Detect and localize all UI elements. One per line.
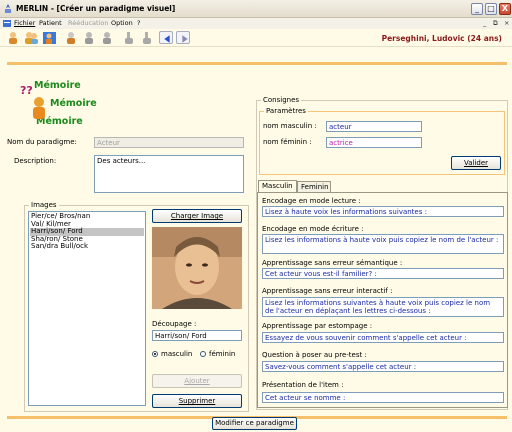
- maximize-button[interactable]: □: [485, 3, 497, 15]
- hand-icon[interactable]: [140, 31, 155, 45]
- merlin-app-icon: [5, 4, 11, 13]
- paradigm-name-label: Nom du paradigme:: [7, 138, 77, 146]
- header-accent-bar: [7, 62, 507, 65]
- section-label: Présentation de l'item :: [262, 381, 344, 389]
- fem-name-input[interactable]: actrice: [326, 137, 422, 148]
- user-gray-icon[interactable]: [82, 31, 97, 45]
- section-text-input[interactable]: Savez-vous comment s'appelle cet acteur …: [262, 361, 504, 372]
- logo-word: Mémoire: [34, 80, 81, 91]
- description-label: Description:: [14, 157, 57, 165]
- parametres-group-title: Paramètres: [264, 107, 308, 115]
- group-icon[interactable]: [42, 31, 57, 45]
- masc-name-input[interactable]: acteur: [326, 121, 422, 132]
- radio-masculin[interactable]: [152, 351, 158, 357]
- user-gray-icon[interactable]: [100, 31, 115, 45]
- tab-feminin[interactable]: Feminin: [297, 181, 331, 192]
- paradigm-name-input[interactable]: Acteur: [94, 137, 244, 148]
- mdi-minimize-button[interactable]: _: [483, 19, 486, 27]
- delete-button[interactable]: Supprimer: [152, 394, 242, 408]
- radio-feminin-label: féminin: [209, 350, 236, 358]
- decoupage-label: Découpage :: [152, 320, 197, 328]
- add-button[interactable]: Ajouter: [152, 374, 242, 388]
- document-icon: [3, 20, 11, 27]
- mdi-close-button[interactable]: ×: [504, 19, 509, 27]
- description-textarea[interactable]: Des acteurs...: [94, 155, 244, 193]
- section-label: Question à poser au pre-test :: [262, 351, 367, 359]
- actor-portrait-image: [152, 227, 242, 309]
- radio-masculin-label: masculin: [161, 350, 193, 358]
- section-text-input[interactable]: Lisez à haute voix les informations suiv…: [262, 206, 504, 217]
- section-text-input[interactable]: Lisez les informations suivantes à haute…: [262, 297, 504, 317]
- person-icon: [33, 97, 45, 119]
- app-window: MERLIN - [Créer un paradigme visuel] _ □…: [0, 0, 512, 432]
- load-image-button[interactable]: Charger Image: [152, 209, 242, 223]
- images-list[interactable]: Pier/ce/ Bros/nan Val/ Kil/mer Harri/son…: [28, 211, 146, 406]
- fem-name-label: nom féminin :: [263, 138, 312, 146]
- close-button[interactable]: X: [499, 3, 511, 15]
- section-label: Apprentissage par estompage :: [262, 322, 373, 330]
- tab-masculin[interactable]: Masculin: [258, 180, 297, 192]
- menu-patient[interactable]: Patient: [39, 19, 62, 27]
- section-label: Apprentissage sans erreur sémantique :: [262, 259, 403, 267]
- menu-help[interactable]: ?: [137, 19, 140, 27]
- validate-button[interactable]: Valider: [451, 156, 501, 170]
- toolbar: Perseghini, Ludovic (24 ans): [0, 29, 512, 47]
- mdi-restore-icon[interactable]: ⧉: [493, 19, 498, 28]
- memoire-logo: Mémoire Mémoire Mémoire ??: [20, 80, 110, 128]
- radio-feminin[interactable]: [200, 351, 206, 357]
- logo-word: Mémoire: [50, 98, 97, 109]
- modify-paradigm-button[interactable]: Modifier ce paradigme: [212, 417, 297, 430]
- list-item[interactable]: San/dra Bull/ock: [30, 242, 144, 251]
- patients-icon[interactable]: [24, 31, 39, 45]
- minimize-button[interactable]: _: [471, 3, 483, 15]
- user-icon[interactable]: [64, 31, 79, 45]
- patient-name: Perseghini, Ludovic (24 ans): [381, 34, 502, 43]
- arrow-right-icon[interactable]: [176, 31, 190, 44]
- section-label: Encodage en mode écriture :: [262, 225, 364, 233]
- section-label: Encodage en mode lecture :: [262, 197, 361, 205]
- section-text-input[interactable]: Essayez de vous souvenir comment s'appel…: [262, 332, 504, 343]
- arrow-left-icon[interactable]: [159, 31, 173, 44]
- section-text-input[interactable]: Cet acteur se nomme :: [262, 392, 504, 403]
- title-bar: MERLIN - [Créer un paradigme visuel] _ □…: [0, 0, 512, 18]
- menu-option[interactable]: Option: [111, 19, 133, 27]
- menu-reeducation[interactable]: Rééducation: [68, 19, 108, 27]
- window-title: MERLIN - [Créer un paradigme visuel]: [16, 4, 176, 13]
- masc-name-label: nom masculin :: [263, 122, 317, 130]
- section-text-input[interactable]: Lisez les informations à haute voix puis…: [262, 234, 504, 254]
- patient-icon[interactable]: [6, 31, 21, 45]
- section-label: Apprentissage sans erreur interactif :: [262, 287, 393, 295]
- actor-photo: [152, 227, 242, 309]
- menu-bar: Fichier Patient Rééducation Option ? _ ⧉…: [0, 18, 512, 29]
- section-text-input[interactable]: Cet acteur vous est-il familier? :: [262, 268, 504, 279]
- hand-icon[interactable]: [122, 31, 137, 45]
- decoupage-input[interactable]: Harri/son/ Ford: [152, 330, 242, 341]
- menu-fichier[interactable]: Fichier: [14, 19, 35, 27]
- images-group-title: Images: [29, 201, 59, 209]
- consignes-group-title: Consignes: [261, 96, 302, 104]
